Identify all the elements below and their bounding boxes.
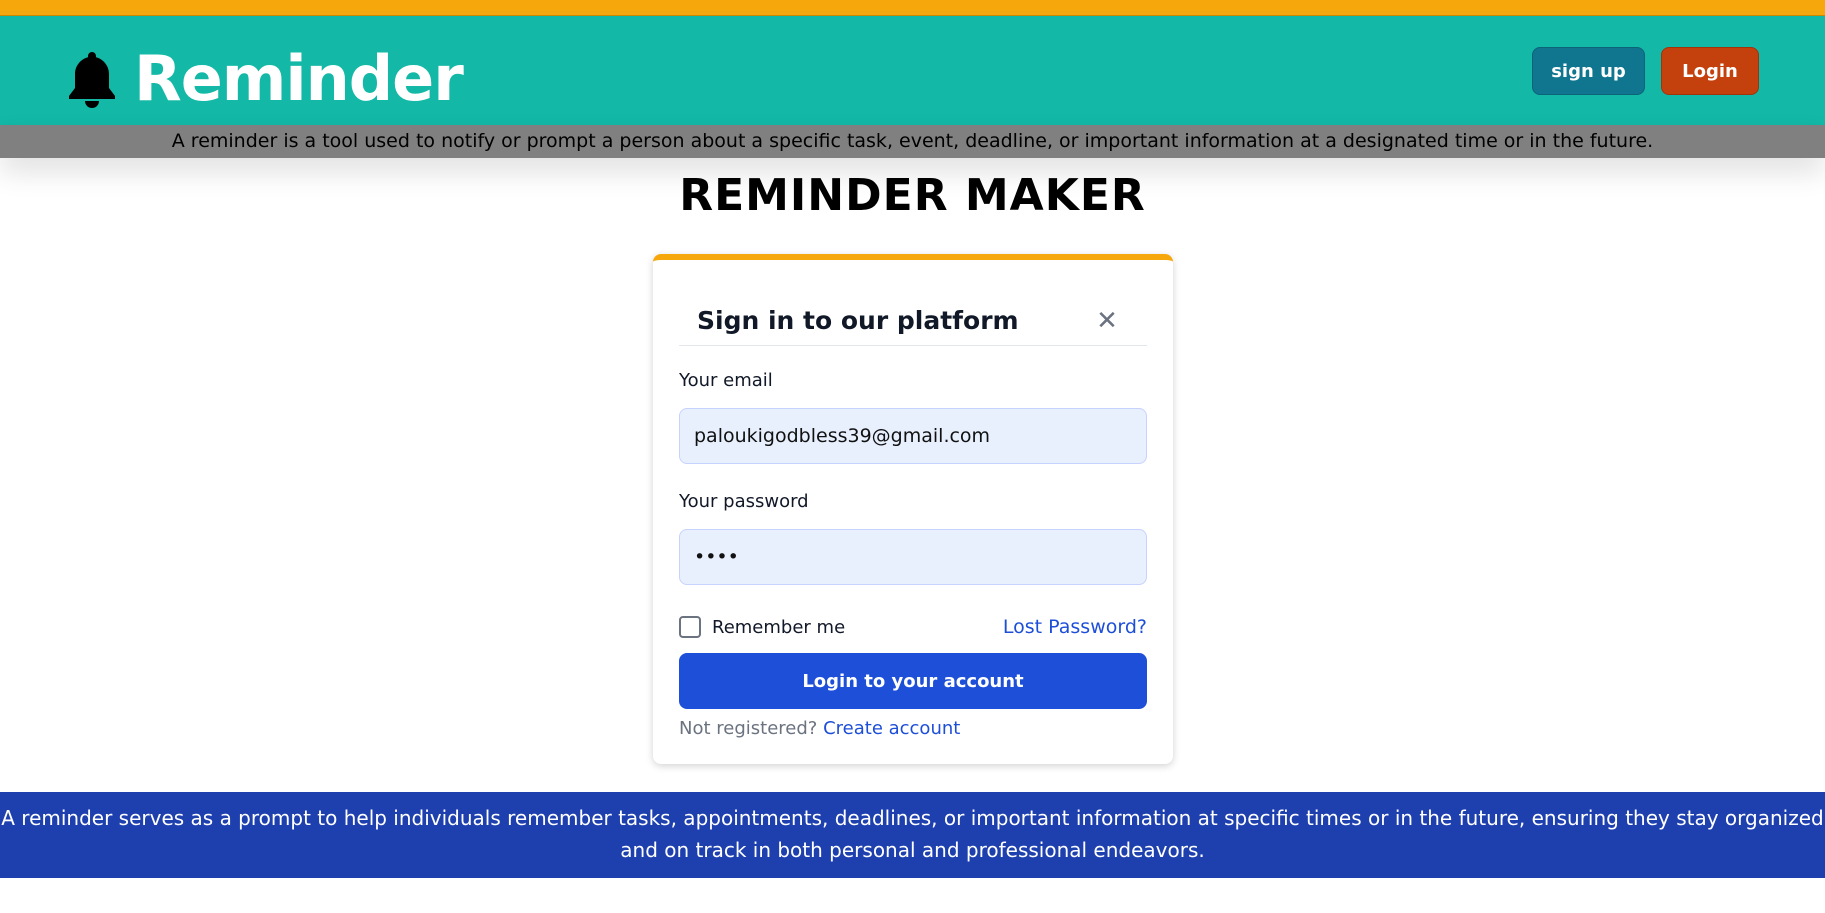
site-header: Reminder sign up Login xyxy=(0,16,1825,125)
header-nav: sign up Login xyxy=(1532,47,1759,95)
email-field[interactable] xyxy=(679,408,1147,464)
create-account-link[interactable]: Create account xyxy=(823,718,960,739)
register-prompt: Not registered? Create account xyxy=(679,718,960,739)
email-label: Your email xyxy=(679,370,773,391)
login-button[interactable]: Login xyxy=(1661,47,1759,95)
footer-banner: A reminder serves as a prompt to help in… xyxy=(0,792,1825,878)
password-field[interactable] xyxy=(679,529,1147,585)
signup-button[interactable]: sign up xyxy=(1532,47,1645,95)
password-label: Your password xyxy=(679,491,809,512)
remember-me-label: Remember me xyxy=(712,616,846,638)
modal-title: Sign in to our platform xyxy=(697,306,1019,335)
modal-header: Sign in to our platform ✕ xyxy=(679,294,1147,346)
remember-me-checkbox[interactable] xyxy=(679,616,701,638)
login-modal: Sign in to our platform ✕ Your email You… xyxy=(653,254,1173,764)
top-accent-stripe xyxy=(0,0,1825,16)
login-submit-button[interactable]: Login to your account xyxy=(679,653,1147,709)
brand-name: Reminder xyxy=(134,42,464,115)
close-icon[interactable]: ✕ xyxy=(1095,307,1119,333)
remember-me-row: Remember me xyxy=(679,616,845,638)
bell-icon xyxy=(69,51,115,108)
brand-logo[interactable]: Reminder xyxy=(66,42,464,115)
page-title: REMINDER MAKER xyxy=(679,170,1146,221)
lost-password-link[interactable]: Lost Password? xyxy=(1003,616,1147,638)
not-registered-text: Not registered? xyxy=(679,718,818,739)
tagline-banner: A reminder is a tool used to notify or p… xyxy=(0,125,1825,158)
